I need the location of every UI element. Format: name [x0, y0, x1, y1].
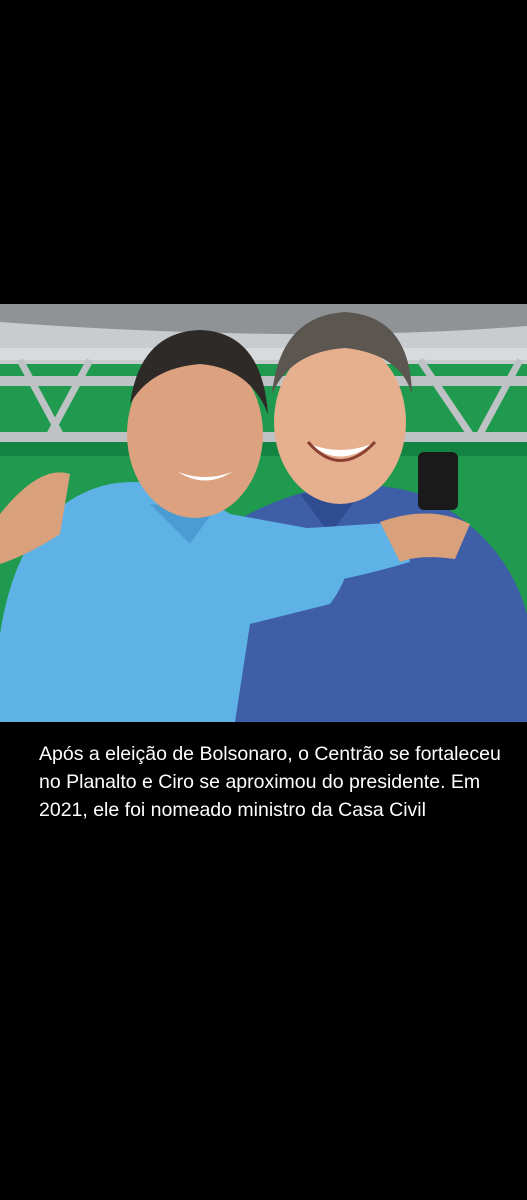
story-caption: Após a eleição de Bolsonaro, o Centrão s… [39, 743, 501, 821]
story-photo [0, 304, 527, 722]
photo-illustration [0, 304, 527, 722]
